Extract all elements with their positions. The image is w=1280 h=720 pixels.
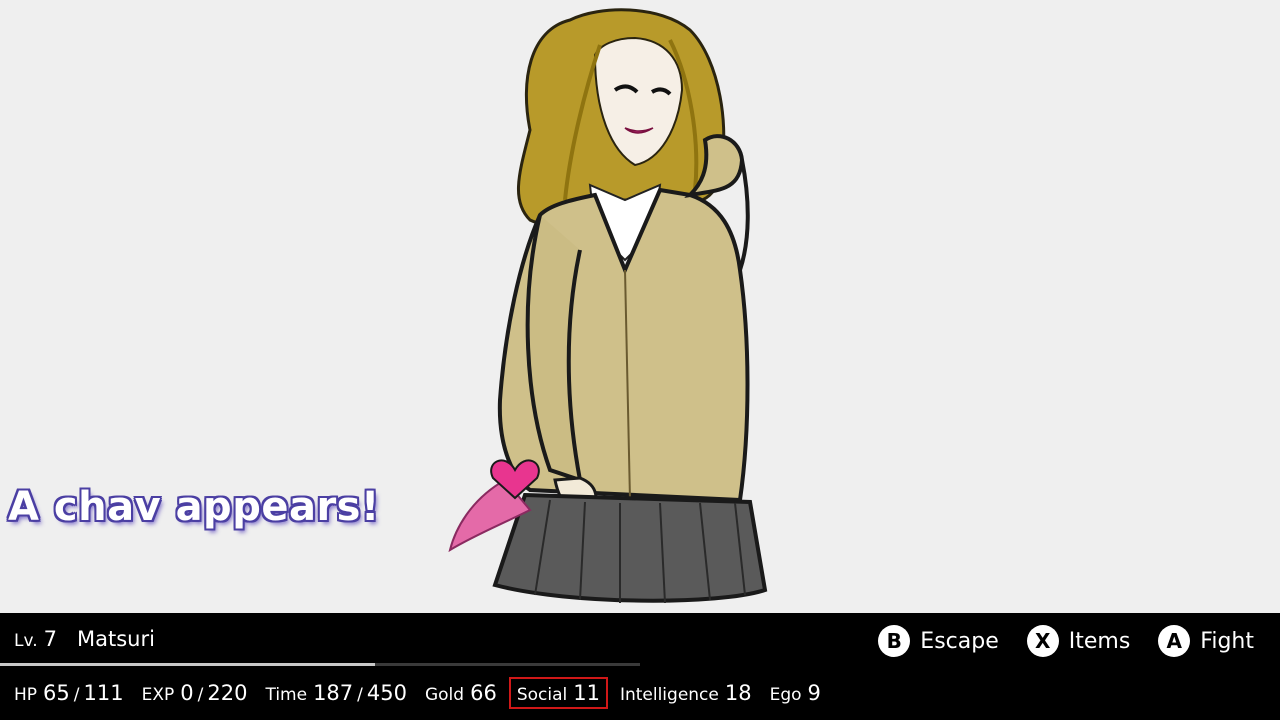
stat-ego: Ego 9	[770, 681, 821, 705]
social-label: Social	[516, 685, 568, 705]
status-hud: Lv. 7 Matsuri HP 65 / 111 EXP 0 / 220 Ti…	[0, 613, 1280, 720]
player-header: Lv. 7 Matsuri	[14, 627, 155, 651]
encounter-message: A chav appears!	[8, 484, 380, 530]
level-value: 7	[43, 627, 57, 651]
exp-progress-fill	[0, 663, 376, 666]
time-separator: /	[357, 685, 363, 705]
escape-button[interactable]: B Escape	[878, 625, 999, 657]
time-label: Time	[265, 685, 308, 705]
hp-max: 111	[83, 681, 124, 705]
x-button-icon: X	[1026, 625, 1059, 657]
fight-label: Fight	[1200, 628, 1254, 654]
gold-label: Gold	[424, 685, 465, 705]
items-button[interactable]: X Items	[1026, 625, 1131, 657]
stats-row: HP 65 / 111 EXP 0 / 220 Time 187 / 450 G…	[14, 677, 839, 709]
exp-current: 0	[180, 681, 194, 705]
stat-intelligence: Intelligence 18	[620, 681, 752, 705]
action-bar: B Escape X Items A Fight	[850, 625, 1254, 657]
intelligence-value: 18	[724, 681, 752, 705]
stat-social: Social 11	[508, 677, 608, 709]
social-value: 11	[573, 681, 600, 705]
stat-time: Time 187 / 450	[265, 681, 407, 705]
hp-separator: /	[73, 685, 80, 705]
player-name: Matsuri	[77, 627, 155, 651]
level-label: Lv.	[14, 631, 38, 651]
ego-value: 9	[807, 681, 821, 705]
exp-max: 220	[207, 681, 248, 705]
exp-separator: /	[197, 685, 204, 705]
intelligence-label: Intelligence	[619, 685, 719, 705]
a-button-icon: A	[1158, 625, 1191, 657]
ego-label: Ego	[769, 685, 802, 705]
fight-button[interactable]: A Fight	[1158, 625, 1254, 657]
stat-gold: Gold 66	[425, 681, 497, 705]
stat-hp: HP 65 / 111	[14, 681, 124, 705]
enemy-portrait	[448, 8, 768, 604]
time-max: 450	[366, 681, 407, 705]
hp-current: 65	[43, 681, 70, 705]
hp-label: HP	[14, 685, 38, 705]
gold-value: 66	[470, 681, 497, 705]
items-label: Items	[1068, 628, 1131, 654]
escape-label: Escape	[920, 628, 999, 654]
exp-label: EXP	[141, 685, 175, 705]
b-button-icon: B	[878, 625, 911, 657]
battle-scene: A chav appears!	[0, 0, 1280, 613]
exp-progress-bar	[0, 663, 640, 666]
time-current: 187	[313, 681, 354, 705]
stat-exp: EXP 0 / 220	[142, 681, 248, 705]
